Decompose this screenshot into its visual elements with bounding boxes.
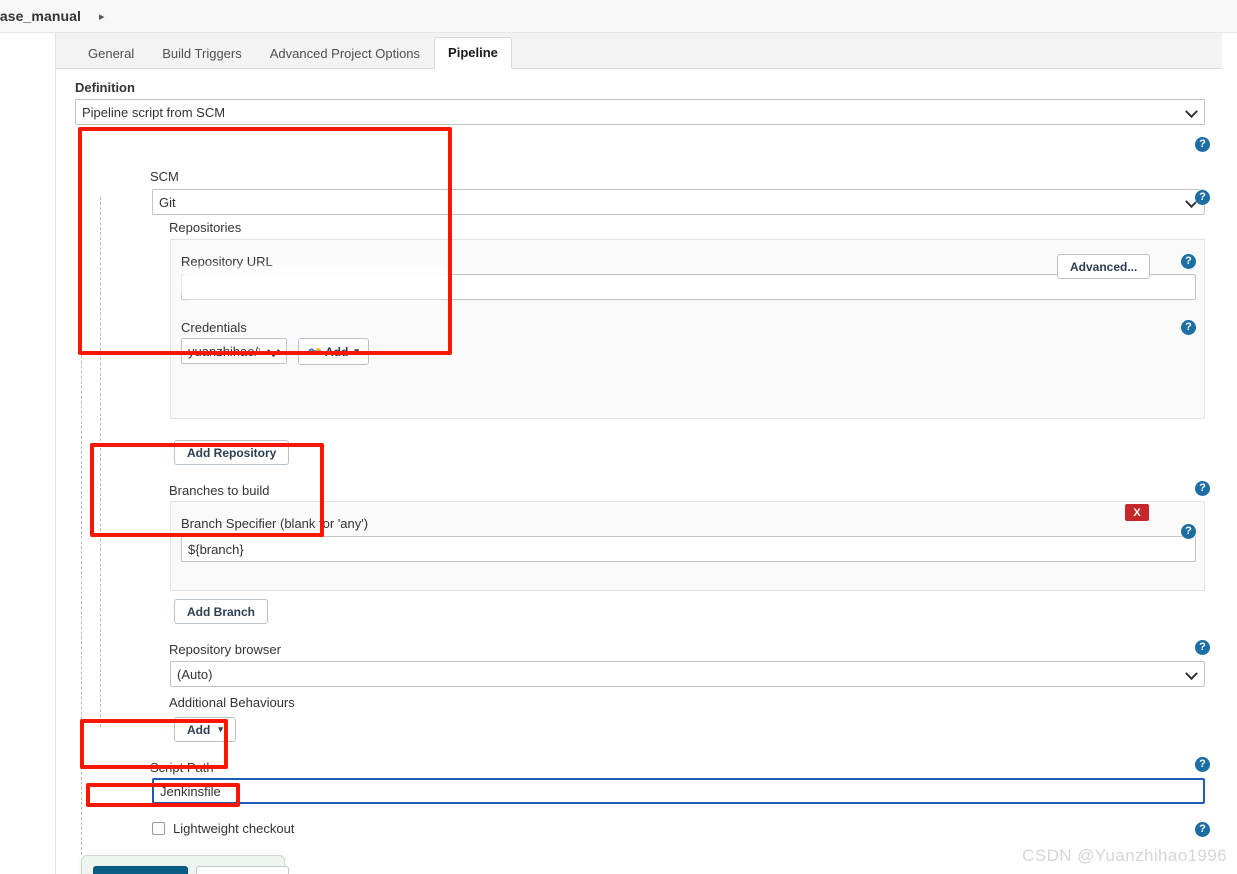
add-branch-button[interactable]: Add Branch	[174, 599, 269, 624]
help-icon-repositories[interactable]: ?	[1195, 190, 1210, 205]
form-action-bar: Save Apply	[81, 855, 289, 874]
script-path-input[interactable]	[152, 778, 1205, 804]
additional-behaviours-label: Additional Behaviours	[169, 695, 295, 710]
tab-build-triggers[interactable]: Build Triggers	[148, 38, 255, 69]
definition-select-wrap[interactable]: Pipeline script from SCM	[75, 99, 1205, 126]
scm-label: SCM	[150, 169, 179, 184]
help-icon-branch-specifier[interactable]: ?	[1181, 524, 1196, 539]
breadcrumb: ease_manual ▸	[0, 0, 1237, 33]
credentials-select[interactable]: yuanzhihao/******	[181, 338, 287, 364]
save-button[interactable]: Save	[93, 865, 188, 874]
delete-branch-button[interactable]: X	[1125, 504, 1149, 521]
tab-pipeline[interactable]: Pipeline	[434, 37, 512, 69]
scm-select-wrap[interactable]: Git	[152, 189, 1205, 216]
indent-guide-outer	[81, 165, 82, 855]
lightweight-checkout-checkbox[interactable]	[152, 822, 165, 835]
repository-url-label: Repository URL	[181, 254, 273, 269]
credentials-label: Credentials	[181, 320, 247, 335]
config-main-panel: General Build Triggers Advanced Project …	[55, 33, 1222, 874]
help-icon-lightweight-checkout[interactable]: ?	[1195, 822, 1210, 837]
tab-advanced-project-options[interactable]: Advanced Project Options	[256, 38, 434, 69]
add-behaviour-button[interactable]: Add ▾	[174, 717, 236, 742]
repository-browser-select-wrap[interactable]: (Auto)	[170, 661, 1205, 688]
advanced-button[interactable]: Advanced...	[1057, 254, 1151, 279]
breadcrumb-project[interactable]: ease_manual	[0, 8, 81, 24]
repository-entry-box: Repository URL Credentials yuanzhihao/**…	[170, 239, 1205, 419]
add-repository-button[interactable]: Add Repository	[174, 440, 290, 465]
branch-specifier-label: Branch Specifier (blank for 'any')	[181, 516, 369, 531]
jenkins-pipeline-config-page: ease_manual ▸ General Build Triggers Adv…	[0, 0, 1237, 874]
watermark-text: CSDN @Yuanzhihao1996	[1022, 846, 1227, 865]
help-icon-repository-url[interactable]: ?	[1181, 254, 1196, 269]
repository-browser-select[interactable]: (Auto)	[170, 661, 1205, 687]
tab-general[interactable]: General	[74, 38, 148, 69]
add-credentials-button[interactable]: Add ▾	[298, 338, 369, 365]
help-icon-scm[interactable]: ?	[1195, 137, 1210, 152]
branch-specifier-input[interactable]	[181, 536, 1196, 562]
lightweight-checkout-row[interactable]: Lightweight checkout	[152, 821, 294, 836]
help-icon-branches[interactable]: ?	[1195, 481, 1210, 496]
help-icon-script-path[interactable]: ?	[1195, 757, 1210, 772]
caret-down-icon: ▾	[218, 724, 223, 734]
script-path-label: Script Path	[150, 760, 214, 775]
add-behaviour-label: Add	[187, 722, 211, 737]
credentials-select-wrap[interactable]: yuanzhihao/******	[181, 338, 287, 365]
apply-button[interactable]: Apply	[195, 865, 289, 874]
definition-label: Definition	[75, 80, 135, 95]
indent-guide-inner	[100, 197, 101, 727]
lightweight-checkout-label: Lightweight checkout	[173, 821, 295, 836]
help-icon-credentials[interactable]: ?	[1181, 320, 1196, 335]
caret-down-icon: ▾	[354, 346, 359, 356]
breadcrumb-caret-icon[interactable]: ▸	[99, 10, 105, 23]
scm-select[interactable]: Git	[152, 189, 1205, 215]
pipeline-config-body: Definition Pipeline script from SCM SCM …	[56, 69, 1222, 874]
definition-select[interactable]: Pipeline script from SCM	[75, 99, 1205, 125]
add-credentials-label: Add	[325, 344, 349, 359]
branches-to-build-label: Branches to build	[169, 483, 270, 498]
key-icon	[308, 346, 322, 357]
config-tab-bar: General Build Triggers Advanced Project …	[56, 33, 1222, 69]
repository-url-input[interactable]	[181, 274, 1196, 300]
repositories-label: Repositories	[169, 220, 242, 235]
help-icon-repository-browser[interactable]: ?	[1195, 640, 1210, 655]
repository-browser-label: Repository browser	[169, 642, 281, 657]
branch-entry-box: Branch Specifier (blank for 'any') ?	[170, 501, 1205, 591]
